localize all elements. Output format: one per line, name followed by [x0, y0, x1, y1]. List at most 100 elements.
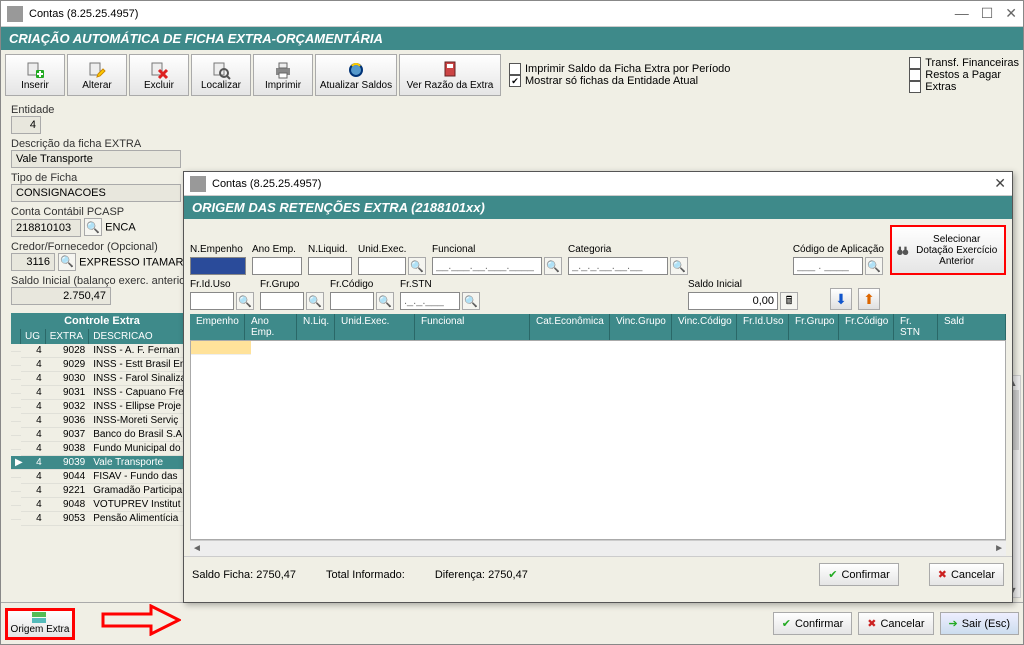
chk-transf[interactable]: [909, 57, 921, 69]
unidexec-search-icon[interactable]: 🔍: [408, 257, 426, 275]
col-nliq[interactable]: N.Liq.: [297, 314, 335, 340]
modal-titlebar: Contas (8.25.25.4957) ✕: [184, 172, 1012, 196]
conta-search-icon[interactable]: 🔍: [84, 218, 102, 236]
frcodigo-input[interactable]: [330, 292, 374, 310]
col-vincgrupo[interactable]: Vinc.Grupo: [610, 314, 672, 340]
col-anoemp[interactable]: Ano Emp.: [245, 314, 297, 340]
frgrupo-input[interactable]: [260, 292, 304, 310]
col-unidexec[interactable]: Unid.Exec.: [335, 314, 415, 340]
main-window: Contas (8.25.25.4957) — ☐ ✕ CRIAÇÃO AUTO…: [0, 0, 1024, 645]
sel-dotacao-button[interactable]: Selecionar Dotação Exercício Anterior: [890, 225, 1006, 275]
total-label: Total Informado:: [326, 569, 405, 581]
anoemp-input[interactable]: [252, 257, 302, 275]
table-row[interactable]: 49030INSS - Farol Sinaliza: [11, 372, 193, 386]
close-button[interactable]: ✕: [1005, 5, 1017, 22]
origem-extra-button[interactable]: Origem Extra: [5, 608, 75, 640]
nliquid-label: N.Liquid.: [308, 244, 352, 255]
col-sald[interactable]: Sald: [938, 314, 1006, 340]
table-row[interactable]: 49029INSS - Estt Brasil En: [11, 358, 193, 372]
col-friduso[interactable]: Fr.Id.Uso: [737, 314, 789, 340]
frstn-search-icon[interactable]: 🔍: [462, 292, 480, 310]
calc-icon[interactable]: 🖩: [780, 292, 798, 310]
page-title: CRIAÇÃO AUTOMÁTICA DE FICHA EXTRA-ORÇAME…: [1, 27, 1023, 50]
unidexec-input[interactable]: [358, 257, 406, 275]
col-ug[interactable]: UG: [21, 329, 46, 344]
credor-value: 3116: [11, 253, 55, 271]
toolbar-options-left: Imprimir Saldo da Ficha Extra por Períod…: [509, 63, 730, 87]
friduso-search-icon[interactable]: 🔍: [236, 292, 254, 310]
modal-close-button[interactable]: ✕: [994, 175, 1006, 192]
codapp-input[interactable]: [793, 257, 863, 275]
funcional-search-icon[interactable]: 🔍: [544, 257, 562, 275]
frcodigo-search-icon[interactable]: 🔍: [376, 292, 394, 310]
frgrupo-search-icon[interactable]: 🔍: [306, 292, 324, 310]
move-up-button[interactable]: ⬆: [858, 288, 880, 310]
col-vinccod[interactable]: Vinc.Código: [672, 314, 737, 340]
atualizar-saldos-button[interactable]: Atualizar Saldos: [315, 54, 397, 96]
credor-search-icon[interactable]: 🔍: [58, 253, 76, 271]
modal-grid-body[interactable]: [190, 340, 1006, 540]
footer-confirmar-button[interactable]: ✔Confirmar: [773, 612, 853, 635]
nliquid-input[interactable]: [308, 257, 352, 275]
origem-retenc-modal: Contas (8.25.25.4957) ✕ ORIGEM DAS RETEN…: [183, 171, 1013, 603]
move-down-button[interactable]: ⬇: [830, 288, 852, 310]
modal-grid-active-row[interactable]: [191, 341, 251, 355]
footer-cancelar-button[interactable]: ✖Cancelar: [858, 612, 933, 635]
table-row[interactable]: 49037Banco do Brasil S.A: [11, 428, 193, 442]
col-cateco[interactable]: Cat.Econômica: [530, 314, 610, 340]
col-frgrupo[interactable]: Fr.Grupo: [789, 314, 839, 340]
entidade-value: 4: [11, 116, 41, 134]
col-desc[interactable]: DESCRICAO: [89, 329, 193, 344]
maximize-button[interactable]: ☐: [981, 5, 994, 22]
table-row[interactable]: ▶49039Vale Transporte: [11, 456, 193, 470]
nempenho-input[interactable]: [190, 257, 246, 275]
modal-grid-hscroll[interactable]: ◄►: [190, 540, 1006, 556]
diferenca-label: Diferença:: [435, 569, 485, 581]
funcional-input[interactable]: [432, 257, 542, 275]
chk-extras[interactable]: [909, 81, 921, 93]
imprimir-button[interactable]: Imprimir: [253, 54, 313, 96]
categoria-search-icon[interactable]: 🔍: [670, 257, 688, 275]
modal-cancelar-button[interactable]: ✖Cancelar: [929, 563, 1004, 586]
col-extra[interactable]: EXTRA: [46, 329, 90, 344]
col-frcodigo[interactable]: Fr.Código: [839, 314, 894, 340]
cancel-icon: ✖: [938, 568, 947, 581]
col-frstn[interactable]: Fr. STN: [894, 314, 938, 340]
frstn-input[interactable]: [400, 292, 460, 310]
table-row[interactable]: 49036INSS-Moreti Serviç: [11, 414, 193, 428]
categoria-input[interactable]: [568, 257, 668, 275]
table-row[interactable]: 49031INSS - Capuano Fre: [11, 386, 193, 400]
localizar-button[interactable]: Localizar: [191, 54, 251, 96]
origem-icon: [32, 612, 48, 624]
col-empenho[interactable]: Empenho: [190, 314, 245, 340]
table-row[interactable]: 49044FISAV - Fundo das: [11, 470, 193, 484]
table-row[interactable]: 49028INSS - A. F. Fernan: [11, 344, 193, 358]
footer-sair-button[interactable]: ➔Sair (Esc): [940, 612, 1020, 635]
table-row[interactable]: 49038Fundo Municipal do: [11, 442, 193, 456]
friduso-input[interactable]: [190, 292, 234, 310]
frstn-label: Fr.STN: [400, 279, 480, 290]
codapp-search-icon[interactable]: 🔍: [865, 257, 883, 275]
excluir-button[interactable]: Excluir: [129, 54, 189, 96]
chk-restos[interactable]: [909, 69, 921, 81]
saldoinicial-label: Saldo Inicial: [688, 279, 798, 290]
toolbar: Inserir Alterar Excluir Localizar Imprim…: [1, 50, 1023, 100]
chk-imprimir-saldo[interactable]: [509, 63, 521, 75]
table-row[interactable]: 49032INSS - Ellipse Proje: [11, 400, 193, 414]
chk-mostrar-entidade[interactable]: [509, 75, 521, 87]
table-row[interactable]: 49053Pensão Alimentícia: [11, 512, 193, 526]
minimize-button[interactable]: —: [955, 5, 969, 22]
modal-confirmar-button[interactable]: ✔Confirmar: [819, 563, 899, 586]
toolbar-options-right: Transf. Financeiras Restos a Pagar Extra…: [909, 57, 1019, 93]
alterar-button[interactable]: Alterar: [67, 54, 127, 96]
col-funcional[interactable]: Funcional: [415, 314, 530, 340]
saldo-value: 2.750,47: [11, 287, 111, 305]
ver-razao-button[interactable]: Ver Razão da Extra: [399, 54, 501, 96]
saldoinicial-input[interactable]: [688, 292, 778, 310]
modal-window-title: Contas (8.25.25.4957): [212, 178, 321, 190]
table-row[interactable]: 49048VOTUPREV Institut: [11, 498, 193, 512]
nempenho-label: N.Empenho: [190, 244, 246, 255]
inserir-button[interactable]: Inserir: [5, 54, 65, 96]
table-row[interactable]: 49221Gramadão Participa: [11, 484, 193, 498]
titlebar: Contas (8.25.25.4957) — ☐ ✕: [1, 1, 1023, 27]
